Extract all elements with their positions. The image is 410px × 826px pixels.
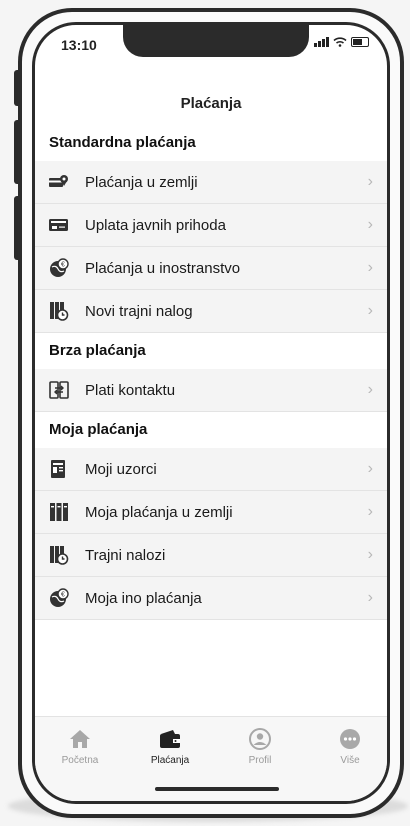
list-item-label: Moji uzorci <box>85 460 157 478</box>
more-icon <box>315 727 385 751</box>
binders-icon <box>49 502 69 522</box>
list-item-my-templates[interactable]: Moji uzorci › <box>35 448 387 491</box>
chevron-right-icon: › <box>367 302 373 319</box>
document-template-icon <box>49 459 69 479</box>
page-title: Plaćanja <box>35 83 387 126</box>
contact-transfer-icon <box>49 380 69 400</box>
list-item-standing-orders[interactable]: Trajni nalozi › <box>35 534 387 577</box>
chevron-right-icon: › <box>367 503 373 520</box>
binders-clock-icon <box>49 545 69 565</box>
list-item-label: Plaćanja u inostranstvo <box>85 259 241 277</box>
binders-clock-icon <box>49 301 69 321</box>
section-header-quick: Brza plaćanja <box>35 333 387 369</box>
home-icon <box>45 727 115 751</box>
chevron-right-icon: › <box>367 173 373 190</box>
list-item-foreign-payments[interactable]: € Plaćanja u inostranstvo › <box>35 247 387 290</box>
list-item-label: Moja ino plaćanja <box>85 589 202 607</box>
payments-list: Standardna plaćanja Plaćanja u zemlji › … <box>35 125 387 620</box>
battery-icon <box>351 37 369 47</box>
list-item-my-foreign-payments[interactable]: € Moja ino plaćanja › <box>35 577 387 620</box>
screen: 13:10 Plaćanja Standardna plaćanja Plaća… <box>32 22 390 804</box>
tab-profile[interactable]: Profil <box>225 727 295 766</box>
chevron-right-icon: › <box>367 381 373 398</box>
list-item-public-revenue[interactable]: Uplata javnih prihoda › <box>35 204 387 247</box>
home-indicator[interactable] <box>155 787 279 791</box>
tab-bar: Početna Plaćanja Profil Više <box>35 716 387 801</box>
list-item-label: Novi trajni nalog <box>85 302 193 320</box>
status-time: 13:10 <box>61 37 97 53</box>
status-bar: 13:10 <box>35 25 387 69</box>
list-item-pay-contact[interactable]: Plati kontaktu › <box>35 369 387 412</box>
chevron-right-icon: › <box>367 259 373 276</box>
profile-icon <box>225 727 295 751</box>
chevron-right-icon: › <box>367 546 373 563</box>
chevron-right-icon: › <box>367 460 373 477</box>
tab-home[interactable]: Početna <box>45 727 115 766</box>
list-item-label: Uplata javnih prihoda <box>85 216 226 234</box>
phone-frame: 13:10 Plaćanja Standardna plaćanja Plaća… <box>18 8 404 818</box>
wifi-icon <box>333 37 347 47</box>
globe-euro-icon: € <box>49 258 69 278</box>
wallet-icon <box>135 727 205 751</box>
section-header-my-payments: Moja plaćanja <box>35 412 387 448</box>
signal-icon <box>314 37 329 47</box>
list-item-label: Trajni nalozi <box>85 546 166 564</box>
chevron-right-icon: › <box>367 589 373 606</box>
svg-text:€: € <box>61 592 65 599</box>
globe-euro-icon: € <box>49 588 69 608</box>
list-item-label: Moja plaćanja u zemlji <box>85 503 233 521</box>
list-item-domestic-payments[interactable]: Plaćanja u zemlji › <box>35 161 387 204</box>
section-header-standard: Standardna plaćanja <box>35 125 387 161</box>
chevron-right-icon: › <box>367 216 373 233</box>
tab-label: Početna <box>61 755 99 766</box>
tab-label: Profil <box>248 755 272 766</box>
tab-more[interactable]: Više <box>315 727 385 766</box>
card-chip-icon <box>49 215 69 235</box>
list-item-my-domestic-payments[interactable]: Moja plaćanja u zemlji › <box>35 491 387 534</box>
card-pin-icon <box>49 172 69 192</box>
tab-label: Više <box>340 755 360 766</box>
list-item-label: Plaćanja u zemlji <box>85 173 198 191</box>
tab-label: Plaćanja <box>150 755 190 766</box>
status-icons <box>314 37 369 47</box>
svg-text:€: € <box>61 262 65 269</box>
list-item-new-standing-order[interactable]: Novi trajni nalog › <box>35 290 387 333</box>
tab-payments[interactable]: Plaćanja <box>135 727 205 766</box>
list-item-label: Plati kontaktu <box>85 381 176 399</box>
